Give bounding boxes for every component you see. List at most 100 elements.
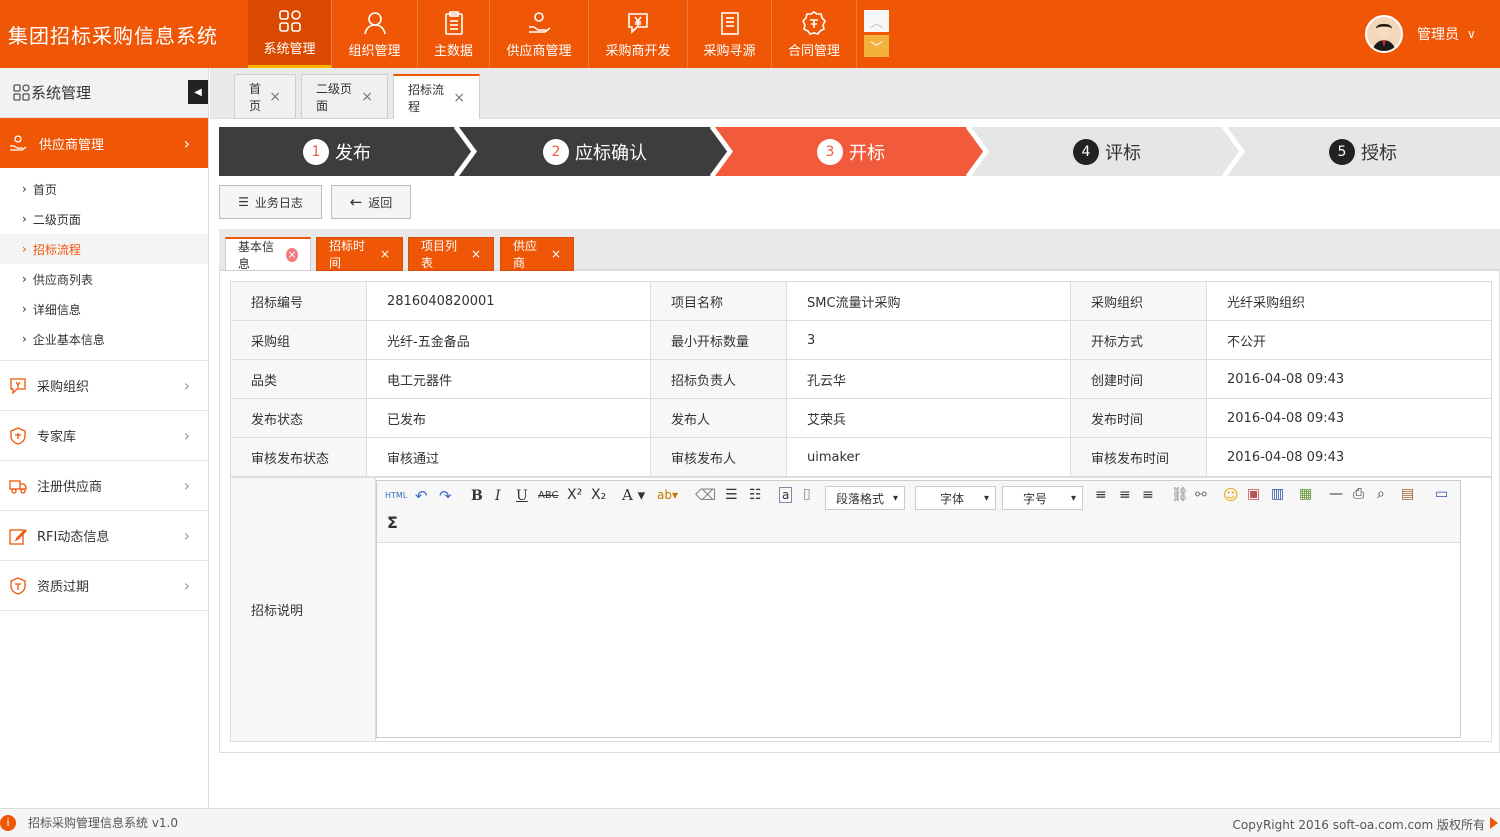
page-icon[interactable]: ▯ [803, 486, 811, 502]
underline-icon[interactable]: U [516, 488, 528, 504]
list-icon: ☰ [238, 195, 249, 209]
table-row: 品类 电工元器件 招标负责人 孔云华 创建时间 2016-04-08 09:43 [230, 359, 1492, 399]
font-family-select[interactable]: 字体 [915, 486, 996, 510]
submenu-item-second-page[interactable]: › 二级页面 [0, 204, 208, 234]
align-left-icon[interactable]: ≡ [1095, 487, 1107, 503]
paste-icon[interactable]: ▤ [1401, 486, 1414, 502]
nav-master-data[interactable]: 主数据 [418, 0, 490, 68]
rich-text-editor[interactable]: HTML ↶ ↷ B I U ABC X² X₂ A ▾ ab▾ ⌫ ☰ ☷ a… [376, 480, 1461, 738]
user-icon [363, 11, 386, 34]
tab-supplier[interactable]: 供应商 × [500, 237, 574, 271]
redo-icon[interactable]: ↷ [439, 487, 452, 505]
table-row: 发布状态 已发布 发布人 艾荣兵 发布时间 2016-04-08 09:43 [230, 398, 1492, 438]
content-panel: 招标编号 2816040820001 项目名称 SMC流量计采购 采购组织 光纤… [219, 271, 1500, 753]
main-nav: 系统管理 组织管理 主数据 供应商管理 采购商开发 采购寻源 合同管理 [248, 0, 857, 68]
sidebar-item-qualification-expiry[interactable]: 资质过期 › [0, 561, 208, 611]
page-tab-bar: 首页 × 二级页面 × 招标流程 × [210, 68, 1500, 119]
close-icon[interactable]: × [551, 247, 561, 261]
tab-basic-info[interactable]: 基本信息 × [225, 237, 311, 271]
editor-body[interactable] [377, 543, 1460, 738]
tab-bidding-time[interactable]: 招标时间 × [316, 237, 403, 271]
bold-icon[interactable]: B [471, 488, 483, 504]
insert-anchor-icon[interactable]: a [779, 487, 793, 503]
step-evaluation[interactable]: 4 评标 [989, 127, 1225, 176]
video-icon[interactable]: ▥ [1271, 486, 1284, 502]
sidebar-item-label: RFI动态信息 [37, 530, 110, 545]
sidebar-item-rfi-info[interactable]: RFI动态信息 › [0, 511, 208, 561]
sidebar-item-purchase-org[interactable]: 采购组织 › [0, 361, 208, 411]
arrow-left-icon: ← [349, 193, 363, 211]
nav-sourcing[interactable]: 采购寻源 [688, 0, 772, 68]
step-publish[interactable]: 1 发布 [219, 127, 455, 176]
eraser-icon[interactable]: ⌫ [695, 486, 716, 504]
sidebar-item-supplier-management[interactable]: 供应商管理 › [0, 118, 208, 168]
html-source-button[interactable]: HTML [385, 491, 407, 500]
collapse-sidebar-button[interactable]: ◀ [188, 80, 208, 104]
subscript-icon[interactable]: X₂ [591, 487, 606, 503]
nav-supplier-management[interactable]: 供应商管理 [490, 0, 589, 68]
submenu-item-supplier-list[interactable]: › 供应商列表 [0, 264, 208, 294]
nav-org-management[interactable]: 组织管理 [332, 0, 418, 68]
tab-home[interactable]: 首页 × [234, 74, 296, 119]
close-icon[interactable]: × [471, 247, 481, 261]
nav-purchaser-development[interactable]: 采购商开发 [589, 0, 688, 68]
ordered-list-icon[interactable]: ☰ [725, 487, 738, 503]
submenu-item-home[interactable]: › 首页 [0, 174, 208, 204]
align-center-icon[interactable]: ≡ [1119, 487, 1131, 503]
align-right-icon[interactable]: ≡ [1142, 487, 1154, 503]
close-icon[interactable]: × [286, 247, 298, 262]
undo-icon[interactable]: ↶ [415, 487, 428, 505]
close-icon[interactable]: × [380, 247, 390, 261]
step-award[interactable]: 5 授标 [1245, 127, 1481, 176]
superscript-icon[interactable]: X² [567, 487, 582, 503]
fullscreen-icon[interactable]: ▭ [1435, 486, 1448, 502]
clipboard-icon [444, 10, 463, 35]
tab-bidding-process[interactable]: 招标流程 × [393, 74, 480, 119]
chevron-down-icon[interactable]: ﹀ [864, 35, 889, 57]
submenu-item-details[interactable]: › 详细信息 [0, 294, 208, 324]
paragraph-format-select[interactable]: 段落格式 [825, 486, 905, 510]
horizontal-rule-icon[interactable]: — [1329, 486, 1343, 502]
nav-system-management[interactable]: 系统管理 [248, 0, 332, 68]
font-size-select[interactable]: 字号 [1002, 486, 1083, 510]
sidebar-item-expert-library[interactable]: 专家库 › [0, 411, 208, 461]
tab-second-page[interactable]: 二级页面 × [301, 74, 388, 119]
play-icon[interactable] [1490, 817, 1498, 829]
step-bid-confirm[interactable]: 2 应标确认 [477, 127, 713, 176]
font-color-icon[interactable]: A ▾ [622, 486, 645, 504]
gallery-icon[interactable]: ▦ [1299, 486, 1312, 502]
close-icon[interactable]: × [269, 89, 281, 105]
step-bid-opening[interactable]: 3 开标 [733, 127, 969, 176]
link-icon[interactable]: ⛓ [1171, 487, 1189, 503]
back-button[interactable]: ← 返回 [331, 185, 411, 219]
submenu-item-company-info[interactable]: › 企业基本信息 [0, 324, 208, 354]
search-icon[interactable]: ⌕ [1377, 486, 1385, 502]
nav-contract-management[interactable]: 合同管理 [772, 0, 857, 68]
sidebar-item-label: 供应商管理 [39, 137, 105, 153]
process-steps: 1 发布 2 应标确认 3 开标 4 评标 5 授标 [219, 127, 1500, 176]
chevron-up-icon[interactable]: ︿ [864, 10, 889, 32]
formula-icon[interactable]: Σ [387, 513, 398, 532]
emoji-icon[interactable]: ☺ [1223, 486, 1239, 504]
unordered-list-icon[interactable]: ☷ [749, 487, 762, 503]
table-row: 审核发布状态 审核通过 审核发布人 uimaker 审核发布时间 2016-04… [230, 437, 1492, 477]
print-icon[interactable]: ⎙ [1353, 486, 1364, 502]
submenu-item-bidding-process[interactable]: › 招标流程 [0, 234, 208, 264]
sidebar-title: 系统管理 [31, 84, 92, 102]
unlink-icon[interactable]: ⚯ [1195, 487, 1207, 503]
handshake-icon [10, 135, 27, 151]
tab-project-list[interactable]: 项目列表 × [408, 237, 494, 271]
user-menu[interactable]: 管理员 ∨ [1365, 15, 1476, 53]
business-log-button[interactable]: ☰ 业务日志 [219, 185, 322, 219]
image-icon[interactable]: ▣ [1247, 486, 1260, 502]
yen-chat-icon [10, 377, 26, 395]
highlight-icon[interactable]: ab▾ [657, 488, 678, 502]
footer-copyright: CopyRight 2016 soft-oa.com.com 版权所有 [1232, 818, 1485, 832]
nav-label: 组织管理 [348, 43, 401, 59]
close-icon[interactable]: × [361, 89, 373, 105]
italic-icon[interactable]: I [495, 488, 501, 504]
sidebar-item-register-supplier[interactable]: 注册供应商 › [0, 461, 208, 511]
info-table: 招标编号 2816040820001 项目名称 SMC流量计采购 采购组织 光纤… [230, 281, 1492, 477]
strikethrough-icon[interactable]: ABC [538, 490, 559, 501]
close-icon[interactable]: × [453, 90, 465, 106]
